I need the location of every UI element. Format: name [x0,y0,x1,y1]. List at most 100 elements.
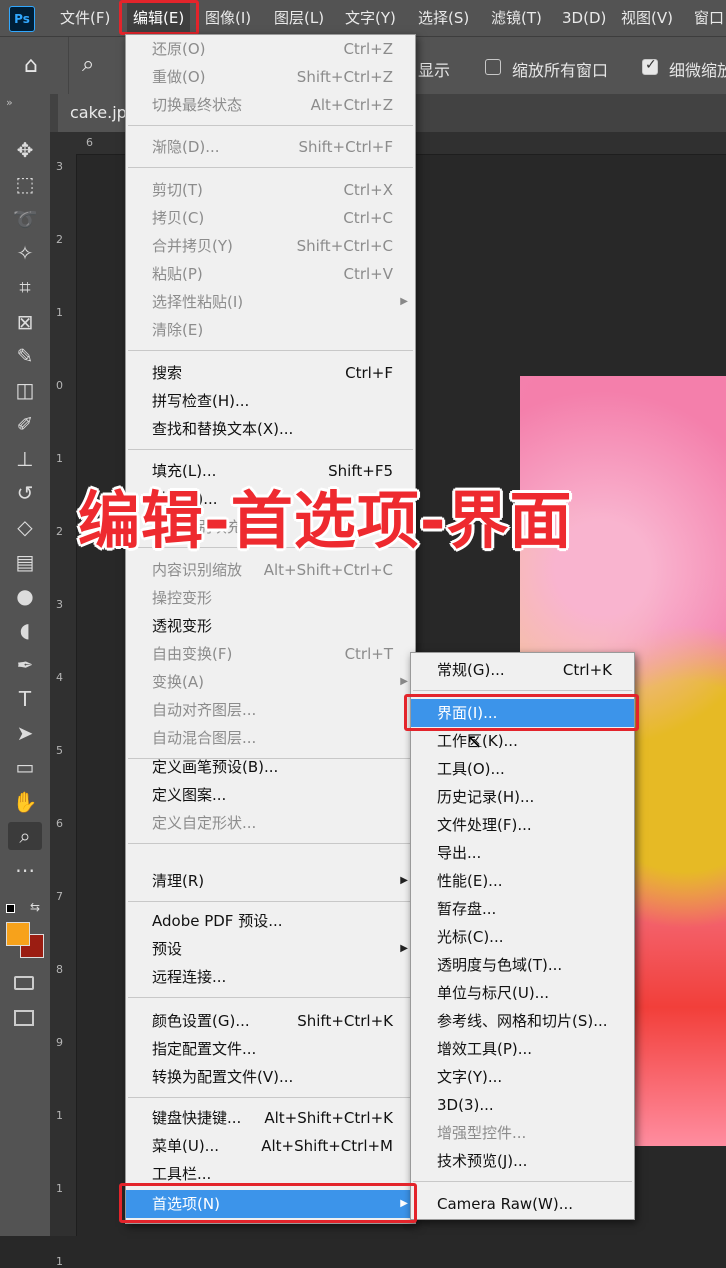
screen-mode-icon[interactable] [14,1010,34,1026]
menu-item[interactable]: 还原(O) Ctrl+Z [126,35,415,63]
default-colors-icon[interactable] [6,904,18,914]
menu-item[interactable]: 定义画笔预设(B)... [126,753,415,781]
more-tools-icon[interactable]: ⋯ [8,856,42,884]
menu-item[interactable]: 指定配置文件... [126,1035,415,1063]
menubar-item[interactable]: 滤镜(T) [491,0,542,36]
zoom-tool-icon[interactable]: ⌕ [8,822,42,850]
swap-colors-icon[interactable]: ⇆ [30,900,40,914]
menubar-item[interactable]: 文件(F) [60,0,110,36]
menu-item[interactable]: 自动对齐图层... [126,696,415,724]
menu-item[interactable]: 粘贴(P) Ctrl+V [126,260,415,288]
magic-wand-icon[interactable]: ✧ [8,239,42,267]
path-select-icon[interactable]: ➤ [8,719,42,747]
menubar-item[interactable]: 编辑(E) [127,0,191,36]
history-brush-icon[interactable]: ↺ [8,479,42,507]
submenu-arrow-icon: ▶ [400,1198,408,1209]
menu-item[interactable]: 键盘快捷键... Alt+Shift+Ctrl+K [126,1104,415,1132]
menu-item[interactable]: 定义图案... [126,781,415,809]
eraser-icon[interactable]: ◇ [8,513,42,541]
menu-item[interactable]: Adobe PDF 预设... [126,907,415,935]
scrubby-zoom-checkbox[interactable]: ✓ [642,57,658,75]
type-tool-icon[interactable]: T [8,685,42,713]
menu-item[interactable]: 导出... [411,839,634,867]
menu-item[interactable]: 选择性粘贴(I) ▶ [126,288,415,316]
menubar-item[interactable]: 文字(Y) [345,0,396,36]
menu-item-label: 文字(Y)... [437,1068,503,1086]
hand-tool-icon[interactable]: ✋ [8,788,42,816]
pen-tool-icon[interactable]: ✒ [8,651,42,679]
menubar-item[interactable]: 图像(I) [205,0,251,36]
menu-item[interactable]: Camera Raw(W)... [411,1190,634,1218]
dodge-icon[interactable]: ◖ [8,616,42,644]
menu-item[interactable]: 自动混合图层... [126,724,415,752]
menu-item[interactable]: 清理(R) ▶ [126,867,415,895]
menu-item[interactable]: 自由变换(F) Ctrl+T [126,640,415,668]
menu-item-label: 工具(O)... [437,760,505,778]
healing-brush-icon[interactable]: ◫ [8,376,42,404]
menubar-item[interactable]: 窗口 [694,0,724,36]
eyedropper-icon[interactable]: ✎ [8,342,42,370]
zoom-all-windows-checkbox[interactable] [485,59,501,75]
menu-item[interactable]: 文字(Y)... [411,1063,634,1091]
menu-item[interactable]: 增效工具(P)... [411,1035,634,1063]
home-icon[interactable]: ⌂ [24,55,38,77]
menu-item[interactable]: 增强型控件... [411,1119,634,1147]
menu-item[interactable]: 工作区(K)... [411,727,634,755]
menu-item[interactable]: 剪切(T) Ctrl+X [126,176,415,204]
menu-separator [128,167,413,168]
menu-item[interactable]: 光标(C)... [411,923,634,951]
menu-item[interactable]: 操控变形 [126,584,415,612]
menu-item[interactable]: 远程连接... [126,963,415,991]
menu-item[interactable]: 常规(G)... Ctrl+K [411,656,634,684]
marquee-tool-icon[interactable]: ⬚ [8,170,42,198]
foreground-color-swatch[interactable] [6,922,30,946]
menu-item[interactable]: 转换为配置文件(V)... [126,1063,415,1091]
menu-item[interactable]: 3D(3)... [411,1091,634,1119]
menu-item[interactable]: 暂存盘... [411,895,634,923]
menubar-item[interactable]: 3D(D) [562,0,606,36]
stamp-tool-icon[interactable]: ⊥ [8,445,42,473]
gradient-icon[interactable]: ▤ [8,548,42,576]
menu-item[interactable]: 颜色设置(G)... Shift+Ctrl+K [126,1007,415,1035]
menubar-item[interactable]: 图层(L) [274,0,324,36]
menu-item[interactable]: 渐隐(D)... Shift+Ctrl+F [126,133,415,161]
menu-item[interactable]: 切换最终状态 Alt+Ctrl+Z [126,91,415,119]
menu-item[interactable]: 重做(O) Shift+Ctrl+Z [126,63,415,91]
menu-item[interactable]: 合并拷贝(Y) Shift+Ctrl+C [126,232,415,260]
brush-tool-icon[interactable]: ✐ [8,410,42,438]
menu-item[interactable]: 历史记录(H)... [411,783,634,811]
menu-item[interactable]: 菜单(U)... Alt+Shift+Ctrl+M [126,1132,415,1160]
menu-item[interactable]: 性能(E)... [411,867,634,895]
menu-item[interactable]: 拼写检查(H)... [126,387,415,415]
menu-item[interactable]: 技术预览(J)... [411,1147,634,1175]
menu-item[interactable]: 单位与标尺(U)... [411,979,634,1007]
menu-item[interactable]: 首选项(N) ▶ [126,1190,415,1218]
menu-item[interactable]: 定义自定形状... [126,809,415,837]
lasso-tool-icon[interactable]: ➰ [8,205,42,233]
menu-item[interactable]: 搜索 Ctrl+F [126,359,415,387]
menu-item[interactable]: 透视变形 [126,612,415,640]
rectangle-tool-icon[interactable]: ▭ [8,753,42,781]
crop-tool-icon[interactable]: ⌗ [8,273,42,301]
menu-item[interactable]: 内容识别缩放 Alt+Shift+Ctrl+C [126,556,415,584]
menu-item[interactable]: 透明度与色域(T)... [411,951,634,979]
show-option-label: 显示 [418,61,451,80]
zoom-options-icon[interactable]: ⌕ [82,52,94,77]
menu-item[interactable]: 查找和替换文本(X)... [126,415,415,443]
menu-item[interactable]: 变换(A) ▶ [126,668,415,696]
menu-item[interactable]: 参考线、网格和切片(S)... [411,1007,634,1035]
menu-item[interactable]: 拷贝(C) Ctrl+C [126,204,415,232]
menubar-item[interactable]: 视图(V) [621,0,673,36]
collapse-panel-icon[interactable]: » [6,96,13,109]
menu-item[interactable]: 文件处理(F)... [411,811,634,839]
menu-item[interactable]: 工具(O)... [411,755,634,783]
blur-icon[interactable]: ● [8,582,42,610]
menu-item[interactable]: 清除(E) [126,316,415,344]
quick-mask-icon[interactable] [14,976,34,990]
menu-item[interactable]: 界面(I)... [411,699,634,727]
frame-tool-icon[interactable]: ⊠ [8,308,42,336]
move-tool-icon[interactable]: ✥ [8,136,42,164]
menu-item[interactable]: 预设 ▶ [126,935,415,963]
menubar-item[interactable]: 选择(S) [418,0,469,36]
menu-item[interactable]: 工具栏... [126,1160,415,1188]
